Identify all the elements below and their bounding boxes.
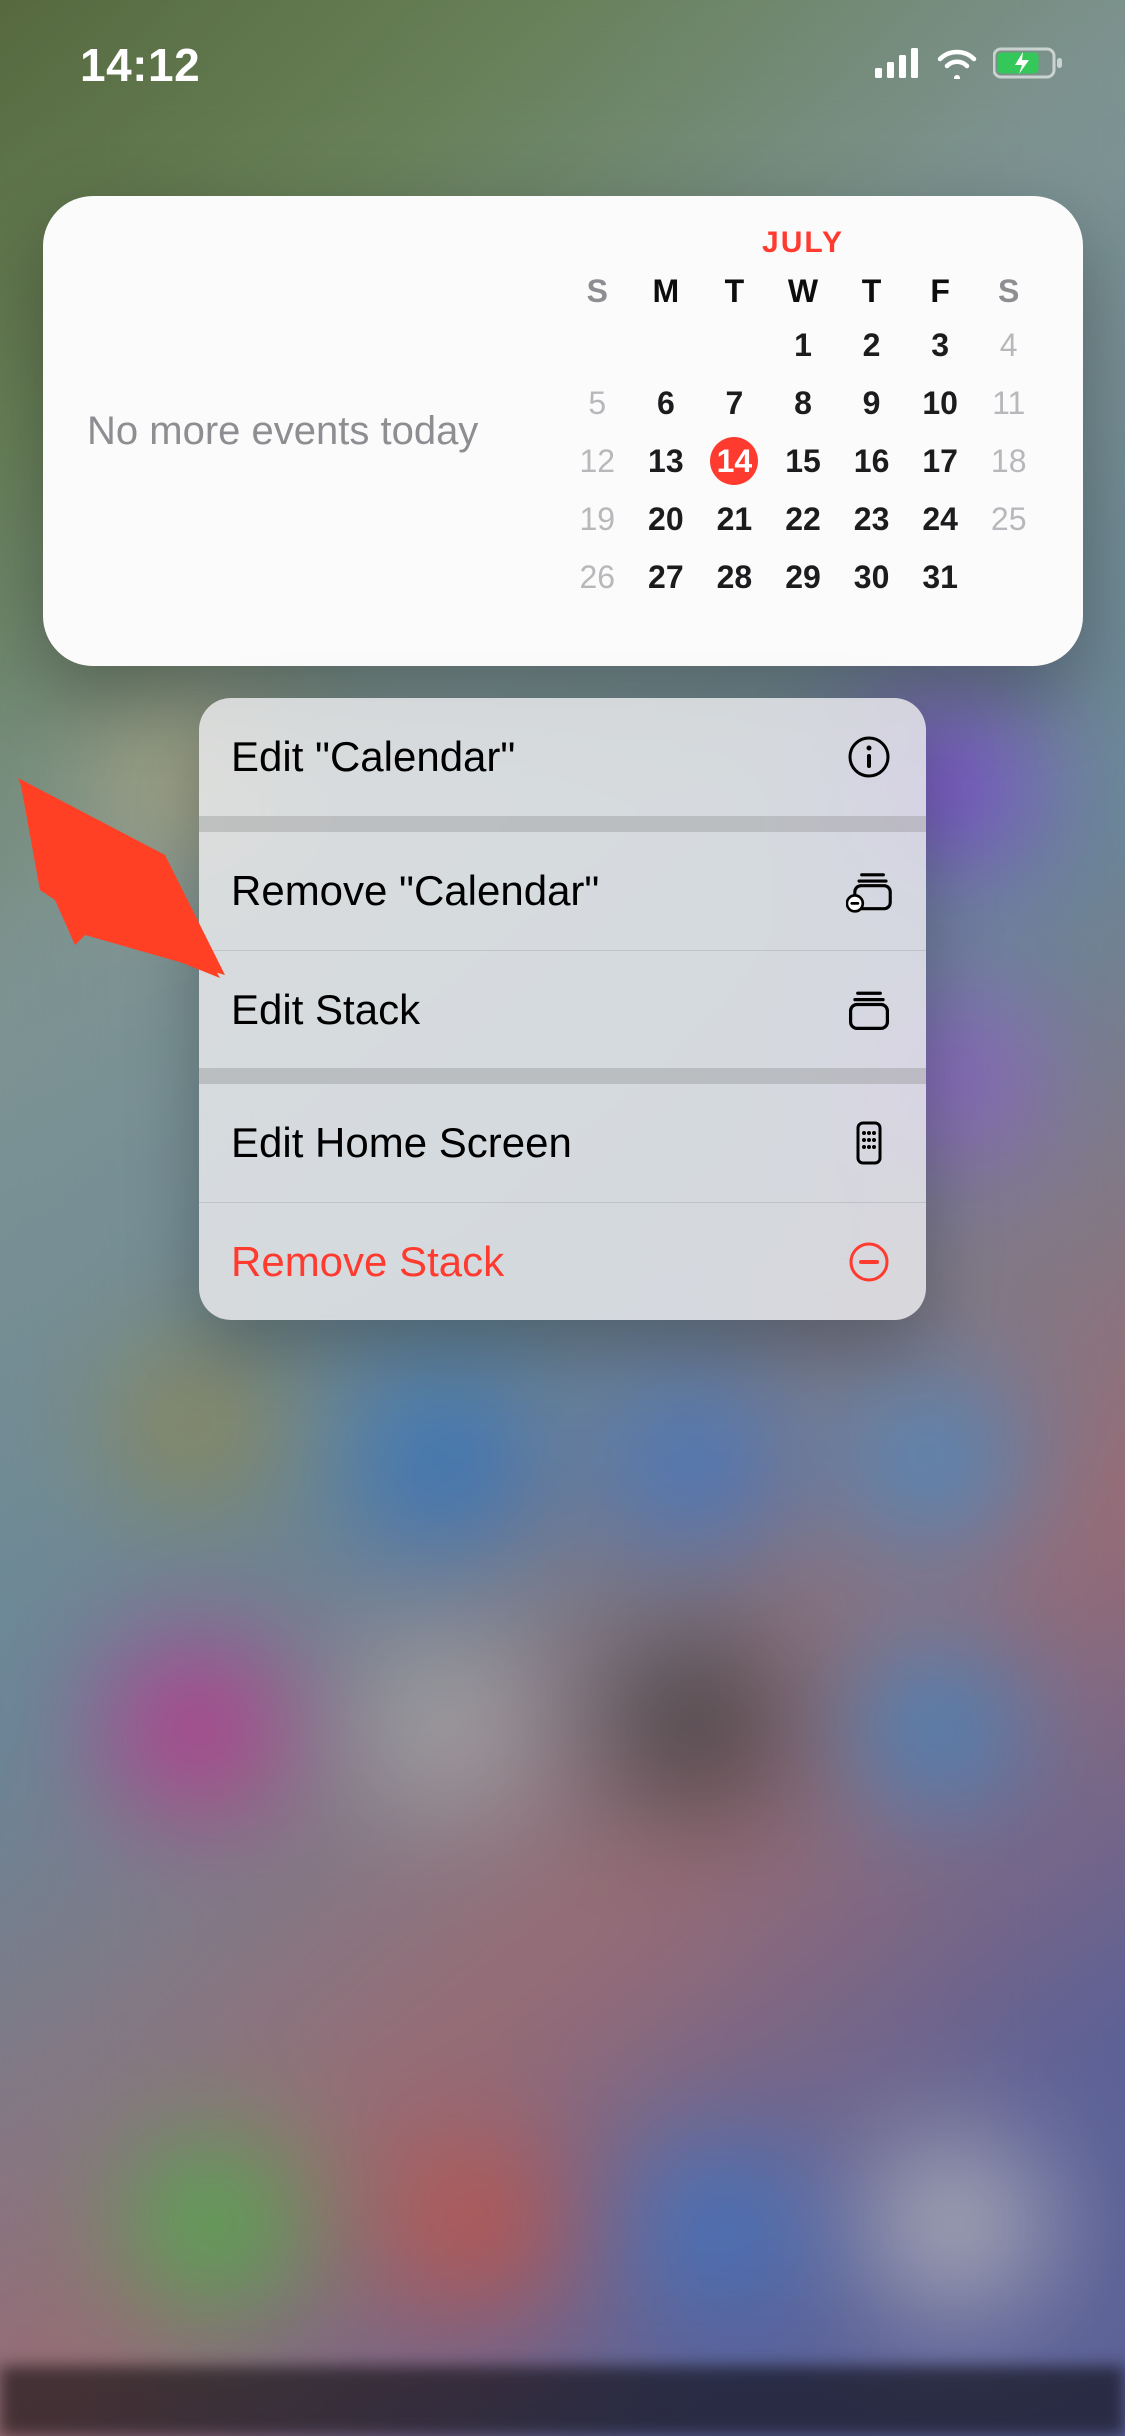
status-bar: 14:12	[0, 0, 1125, 130]
calendar-widget[interactable]: No more events today JULY SMTWTFS1234567…	[43, 196, 1083, 666]
annotation-arrow	[0, 770, 240, 1000]
calendar-day-cell	[632, 316, 701, 374]
calendar-day-cell: 17	[906, 432, 975, 490]
calendar-month-pane: JULY SMTWTFS1234567891011121314151617181…	[563, 196, 1083, 666]
menu-edit-stack[interactable]: Edit Stack	[199, 950, 926, 1068]
calendar-day-cell: 3	[906, 316, 975, 374]
calendar-day-cell: 10	[906, 374, 975, 432]
phone-apps-icon	[844, 1118, 894, 1168]
calendar-day-cell: 30	[837, 548, 906, 606]
menu-separator	[199, 1068, 926, 1084]
calendar-day-cell: 20	[632, 490, 701, 548]
calendar-day-cell: 27	[632, 548, 701, 606]
calendar-day-header: S	[974, 266, 1043, 316]
calendar-day-cell: 1	[769, 316, 838, 374]
calendar-day-cell: 5	[563, 374, 632, 432]
wifi-icon	[935, 47, 979, 84]
calendar-day-cell: 25	[974, 490, 1043, 548]
minus-circle-icon	[844, 1237, 894, 1287]
menu-item-label: Edit Home Screen	[231, 1119, 572, 1167]
calendar-day-cell	[700, 316, 769, 374]
menu-item-label: Edit "Calendar"	[231, 733, 515, 781]
calendar-events-pane: No more events today	[43, 196, 563, 666]
battery-charging-icon	[993, 46, 1065, 85]
calendar-day-cell: 28	[700, 548, 769, 606]
calendar-day-cell: 2	[837, 316, 906, 374]
calendar-day-header: T	[700, 266, 769, 316]
calendar-day-header: F	[906, 266, 975, 316]
menu-item-label: Remove Stack	[231, 1238, 504, 1286]
calendar-today-cell: 14	[700, 432, 769, 490]
calendar-day-cell: 26	[563, 548, 632, 606]
calendar-day-cell: 19	[563, 490, 632, 548]
calendar-day-cell: 22	[769, 490, 838, 548]
menu-item-label: Remove "Calendar"	[231, 867, 599, 915]
calendar-day-cell: 21	[700, 490, 769, 548]
calendar-day-cell: 31	[906, 548, 975, 606]
stack-icon	[844, 985, 894, 1035]
menu-remove-stack[interactable]: Remove Stack	[199, 1202, 926, 1320]
calendar-day-cell: 29	[769, 548, 838, 606]
calendar-day-cell: 4	[974, 316, 1043, 374]
home-screen: 14:12	[0, 0, 1125, 2436]
menu-item-label: Edit Stack	[231, 986, 420, 1034]
status-time: 14:12	[80, 38, 200, 92]
menu-edit-home-screen[interactable]: Edit Home Screen	[199, 1084, 926, 1202]
calendar-day-cell: 16	[837, 432, 906, 490]
menu-separator	[199, 816, 926, 832]
calendar-day-cell: 13	[632, 432, 701, 490]
calendar-day-cell: 12	[563, 432, 632, 490]
calendar-day-cell: 18	[974, 432, 1043, 490]
info-circle-icon	[844, 732, 894, 782]
calendar-day-cell: 6	[632, 374, 701, 432]
calendar-day-cell: 23	[837, 490, 906, 548]
menu-edit-calendar[interactable]: Edit "Calendar"	[199, 698, 926, 816]
cellular-signal-icon	[875, 48, 921, 83]
calendar-day-cell	[974, 548, 1043, 606]
calendar-day-cell: 9	[837, 374, 906, 432]
calendar-day-cell: 7	[700, 374, 769, 432]
calendar-day-cell: 8	[769, 374, 838, 432]
menu-remove-calendar[interactable]: Remove "Calendar"	[199, 832, 926, 950]
dock-bottom-edge	[0, 2366, 1125, 2436]
calendar-grid: SMTWTFS123456789101112131415161718192021…	[563, 266, 1043, 606]
calendar-day-header: S	[563, 266, 632, 316]
widget-context-menu: Edit "Calendar" Remove "Calendar" Edit S…	[199, 698, 926, 1320]
calendar-day-header: W	[769, 266, 838, 316]
calendar-day-cell	[563, 316, 632, 374]
calendar-day-header: M	[632, 266, 701, 316]
calendar-day-cell: 11	[974, 374, 1043, 432]
remove-stack-item-icon	[844, 866, 894, 916]
calendar-no-events-message: No more events today	[87, 409, 478, 454]
status-indicators	[875, 46, 1065, 85]
calendar-day-header: T	[837, 266, 906, 316]
calendar-day-cell: 15	[769, 432, 838, 490]
calendar-day-cell: 24	[906, 490, 975, 548]
calendar-month-label: JULY	[563, 226, 1043, 260]
